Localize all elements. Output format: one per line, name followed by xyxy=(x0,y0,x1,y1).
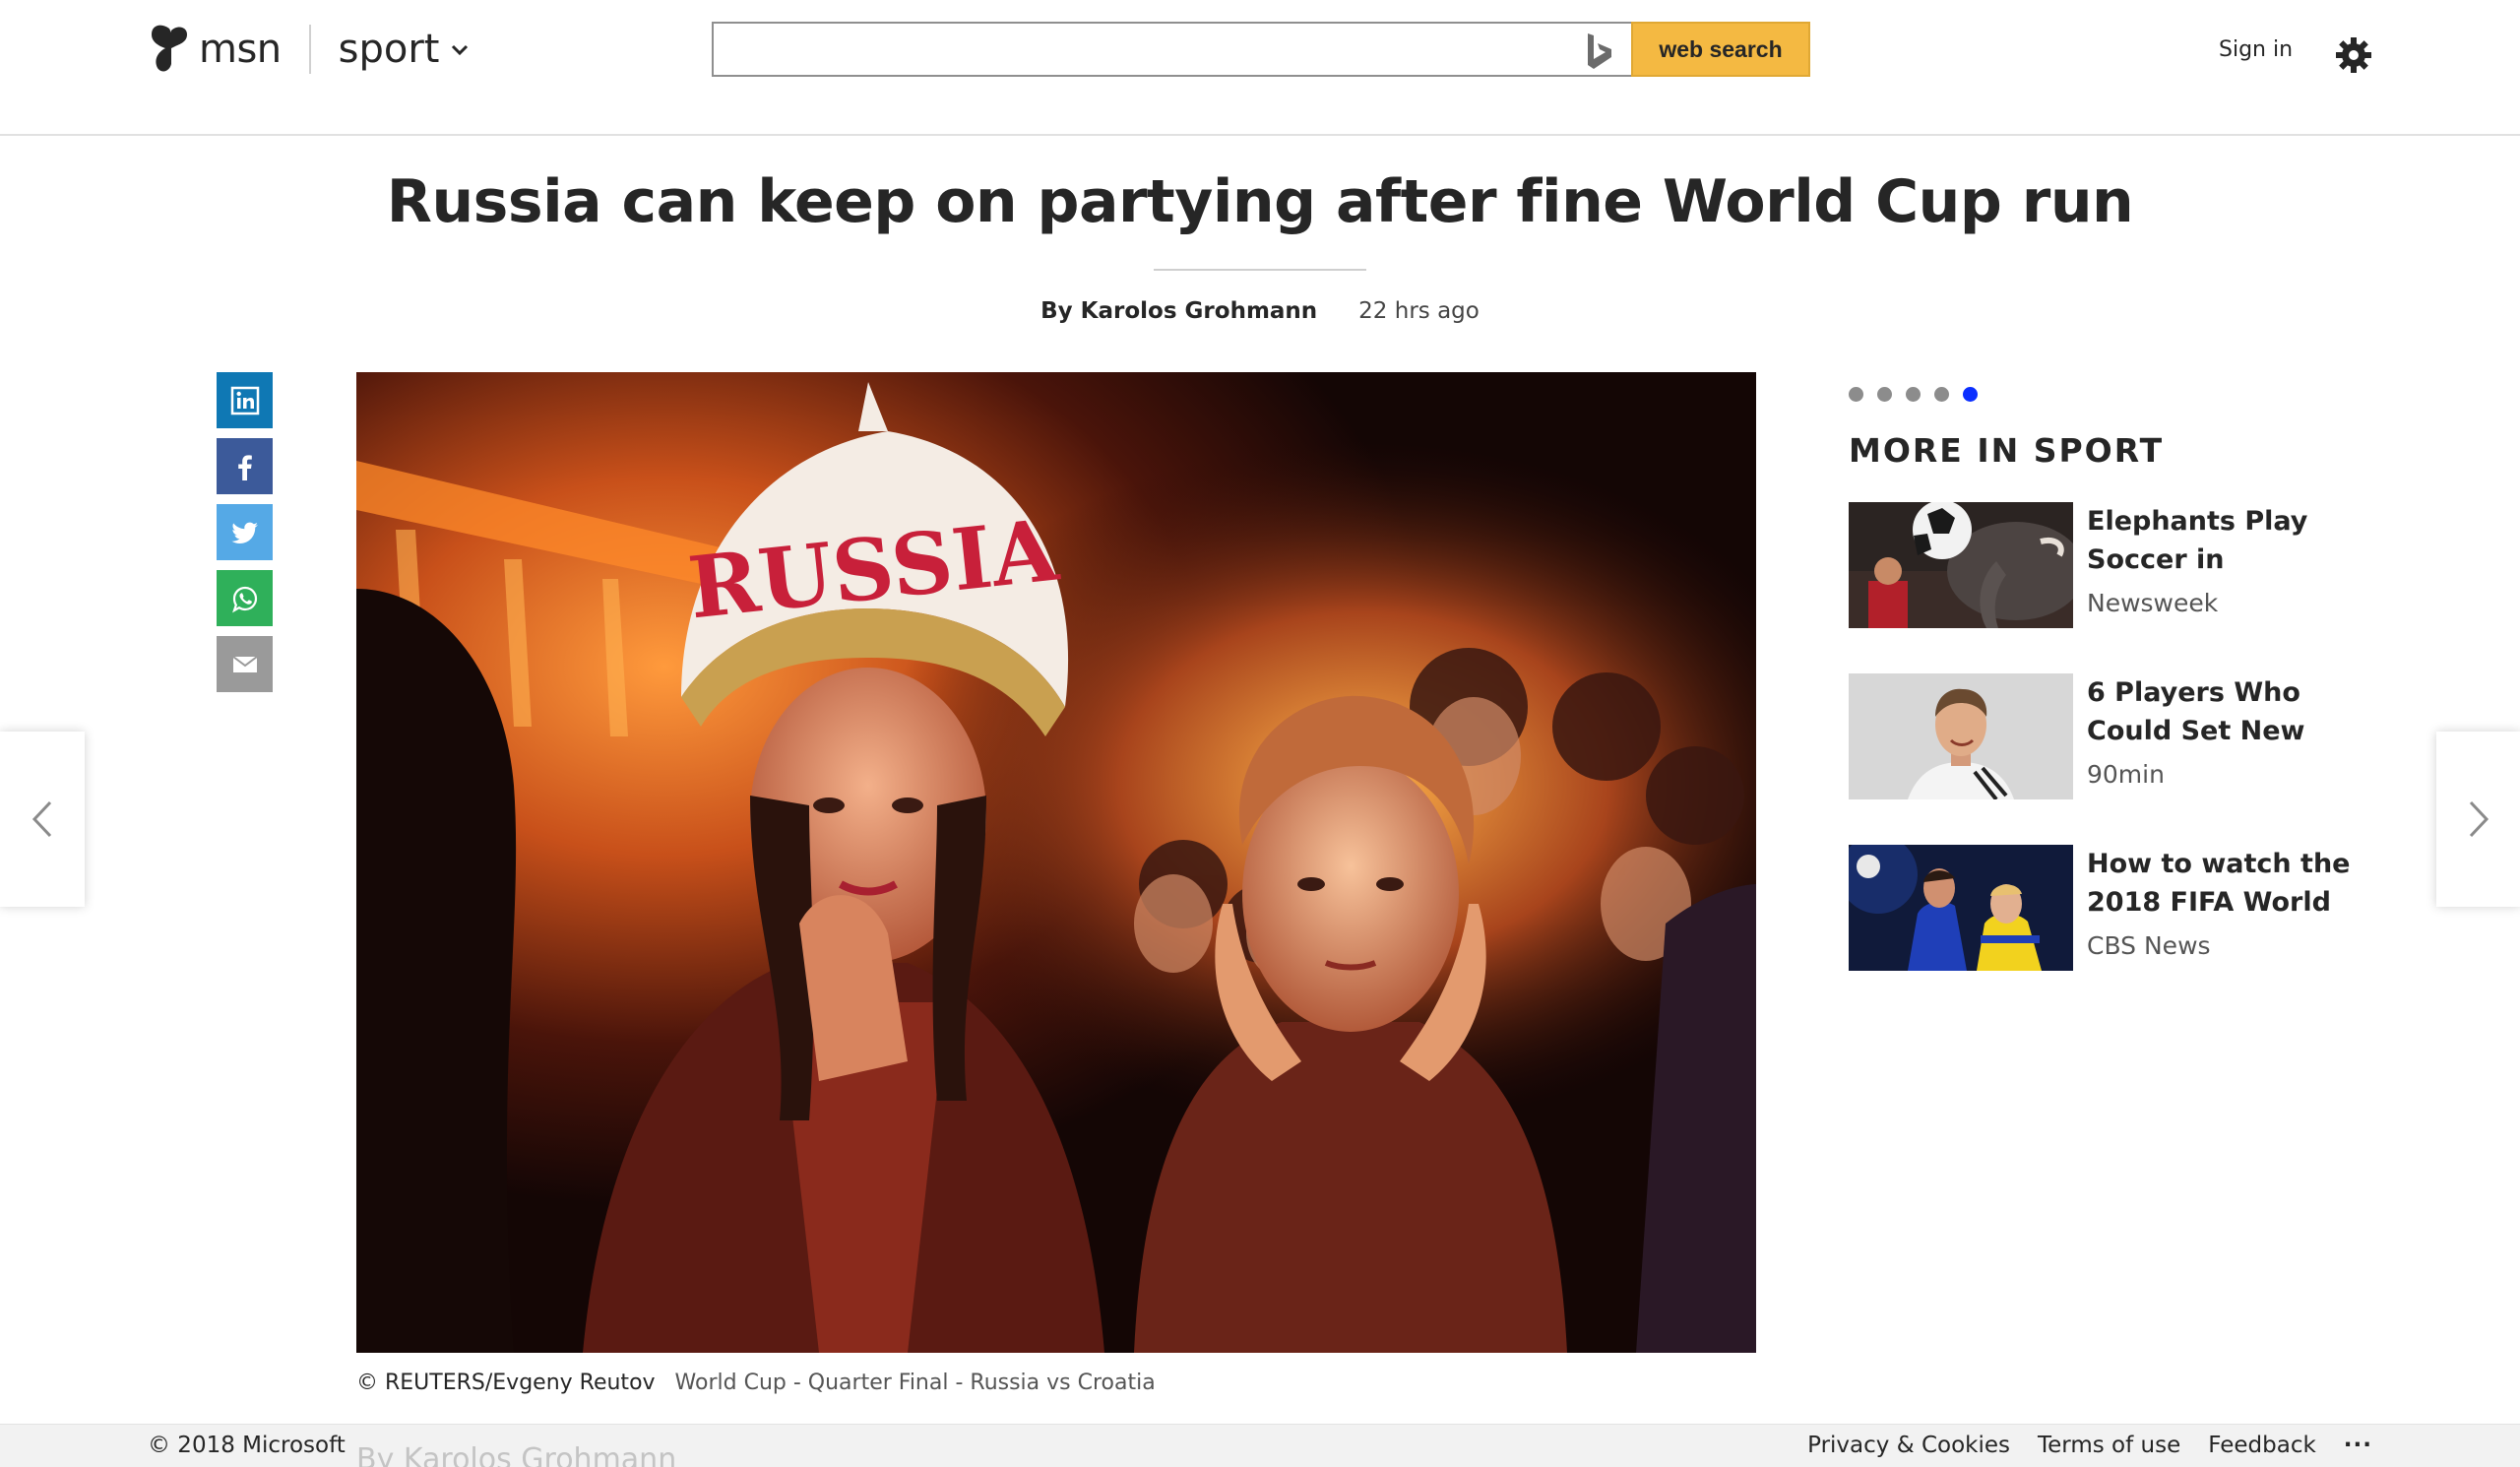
elephant-soccer-thumbnail xyxy=(1849,502,2073,628)
caption-text: World Cup - Quarter Final - Russia vs Cr… xyxy=(674,1371,1156,1395)
carousel-dots xyxy=(1849,387,1978,402)
search-bar: web search xyxy=(712,22,1810,77)
image-credit: © REUTERS/Evgeny Reutov xyxy=(356,1371,656,1395)
email-icon xyxy=(231,655,258,672)
card-text: 6 Players Who Could Set New Records at..… xyxy=(2087,673,2378,799)
image-caption: © REUTERS/Evgeny Reutov World Cup - Quar… xyxy=(356,1371,1156,1395)
faded-byline: By Karolos Grohmann xyxy=(356,1442,677,1467)
share-facebook-button[interactable] xyxy=(217,438,273,494)
terms-of-use-link[interactable]: Terms of use xyxy=(2038,1433,2180,1458)
byline: By Karolos Grohmann 22 hrs ago xyxy=(0,298,2520,324)
card-title: How to watch the 2018 FIFA World Cup xyxy=(2087,849,2351,918)
copyright: © 2018 Microsoft xyxy=(148,1433,346,1458)
player-portrait-thumbnail xyxy=(1849,673,2073,799)
butterfly-logo-icon xyxy=(152,25,187,72)
related-article-card[interactable]: 6 Players Who Could Set New Records at..… xyxy=(1849,673,2380,799)
card-source: 90min xyxy=(2087,760,2165,789)
card-title: 6 Players Who Could Set New Records at..… xyxy=(2087,677,2305,746)
article-hero-image[interactable]: RUSSIA xyxy=(356,372,1756,1353)
site-header: msn sport web search Sign in xyxy=(0,0,2520,136)
share-whatsapp-button[interactable] xyxy=(217,570,273,626)
carousel-dot[interactable] xyxy=(1934,387,1949,402)
chevron-left-icon xyxy=(32,800,52,838)
related-article-card[interactable]: Elephants Play Soccer in Thailand... New… xyxy=(1849,502,2380,628)
site-footer: By Karolos Grohmann © 2018 Microsoft Pri… xyxy=(0,1424,2520,1467)
more-options-icon[interactable]: ··· xyxy=(2344,1433,2372,1458)
publish-time: 22 hrs ago xyxy=(1358,298,1480,324)
carousel-dot-active[interactable] xyxy=(1963,387,1978,402)
match-action-thumbnail xyxy=(1849,845,2073,971)
author-name[interactable]: By Karolos Grohmann xyxy=(1040,298,1317,324)
search-input[interactable] xyxy=(714,24,1631,75)
footer-links: Privacy & Cookies Terms of use Feedback … xyxy=(1807,1433,2372,1458)
more-in-sport-heading: MORE IN SPORT xyxy=(1849,431,2165,470)
search-box xyxy=(712,22,1631,77)
twitter-icon xyxy=(230,522,258,543)
share-twitter-button[interactable] xyxy=(217,504,273,560)
settings-gear-icon[interactable] xyxy=(2334,35,2373,75)
share-rail xyxy=(217,372,273,692)
brand-name: msn xyxy=(199,27,282,72)
carousel-dot[interactable] xyxy=(1849,387,1863,402)
section-label: sport xyxy=(338,27,440,72)
article-thumbnail xyxy=(1849,673,2073,799)
carousel-dot[interactable] xyxy=(1906,387,1921,402)
whatsapp-icon xyxy=(231,586,257,612)
fans-photo: RUSSIA xyxy=(356,372,1756,1353)
card-title: Elephants Play Soccer in Thailand... xyxy=(2087,506,2308,575)
section-dropdown[interactable]: sport xyxy=(339,27,470,72)
card-text: How to watch the 2018 FIFA World Cup CBS… xyxy=(2087,845,2378,971)
chevron-right-icon xyxy=(2469,800,2489,838)
article-title: Russia can keep on partying after fine W… xyxy=(386,167,2134,236)
msn-logo[interactable]: msn sport xyxy=(148,22,470,77)
bing-icon xyxy=(1588,33,1611,69)
card-text: Elephants Play Soccer in Thailand... New… xyxy=(2087,502,2378,628)
previous-article-button[interactable] xyxy=(0,732,85,907)
privacy-cookies-link[interactable]: Privacy & Cookies xyxy=(1807,1433,2010,1458)
linkedin-icon xyxy=(230,386,259,415)
title-divider xyxy=(1154,269,1366,271)
web-search-button[interactable]: web search xyxy=(1631,22,1810,77)
carousel-dot[interactable] xyxy=(1877,387,1892,402)
sign-in-link[interactable]: Sign in xyxy=(2219,37,2293,62)
related-article-card[interactable]: How to watch the 2018 FIFA World Cup CBS… xyxy=(1849,845,2380,971)
logo-divider xyxy=(308,25,311,74)
article-thumbnail xyxy=(1849,502,2073,628)
card-source: Newsweek xyxy=(2087,589,2219,617)
share-email-button[interactable] xyxy=(217,636,273,692)
next-article-button[interactable] xyxy=(2436,732,2520,907)
card-source: CBS News xyxy=(2087,931,2211,960)
chevron-down-icon xyxy=(451,44,468,56)
article-thumbnail xyxy=(1849,845,2073,971)
feedback-link[interactable]: Feedback xyxy=(2208,1433,2316,1458)
share-linkedin-button[interactable] xyxy=(217,372,273,428)
facebook-icon xyxy=(237,454,252,480)
